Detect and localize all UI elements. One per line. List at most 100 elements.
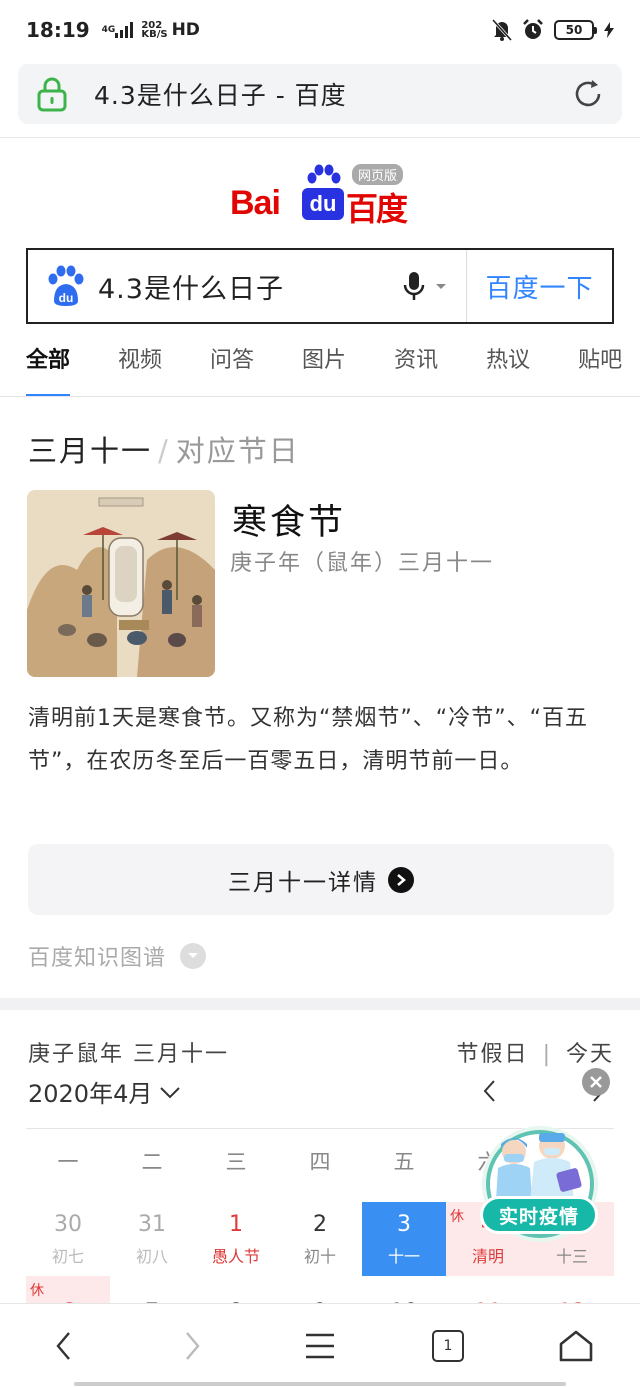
back-button[interactable] xyxy=(24,1311,104,1381)
day-cell[interactable]: 30 初七 xyxy=(26,1202,110,1276)
charging-icon xyxy=(604,22,614,38)
weekday-tue: 二 xyxy=(141,1150,163,1174)
bottom-navigation: 1 xyxy=(0,1303,640,1387)
logo-du: du xyxy=(302,188,344,220)
logo-bai: Bai xyxy=(230,184,281,222)
refresh-icon[interactable] xyxy=(572,78,604,110)
forward-button[interactable] xyxy=(152,1311,232,1381)
weekday-fri: 五 xyxy=(393,1150,415,1174)
tab-count: 1 xyxy=(432,1329,464,1362)
back-icon xyxy=(56,1331,70,1360)
epidemic-float-ad[interactable]: 实时疫情 xyxy=(474,1118,602,1250)
source-label: 百度知识图谱 xyxy=(28,946,167,971)
detail-button[interactable]: 三月十一详情 xyxy=(28,844,614,915)
prev-month-icon[interactable] xyxy=(480,1078,500,1104)
status-bar: 18:19 4G 202 KB/S HD 50 xyxy=(0,0,640,60)
arrow-right-icon xyxy=(388,866,414,893)
microphone-icon[interactable] xyxy=(402,270,426,302)
lock-icon xyxy=(37,77,67,112)
tab-images[interactable]: 图片 xyxy=(302,335,346,397)
result-title-main: 三月十一 xyxy=(28,434,153,468)
tab-all[interactable]: 全部 xyxy=(26,335,71,397)
detail-button-label: 三月十一详情 xyxy=(228,869,378,896)
calendar-links: 节假日 | 今天 xyxy=(457,1036,614,1068)
festival-image[interactable] xyxy=(27,490,215,677)
day-cell[interactable]: 31 初八 xyxy=(110,1202,194,1276)
result-title: 三月十一 / 对应节日 xyxy=(28,428,300,470)
baidu-logo[interactable]: Bai du 百度 网页版 xyxy=(228,162,418,228)
search-tabs: 全部 视频 问答 图片 资讯 热议 贴吧 xyxy=(0,335,640,397)
close-icon xyxy=(590,1076,602,1088)
url-divider xyxy=(0,137,640,138)
day-cell-selected[interactable]: 3 十一 xyxy=(362,1202,446,1276)
day-cell[interactable]: 1 愚人节 xyxy=(194,1202,278,1276)
forward-icon xyxy=(186,1331,200,1360)
festival-name[interactable]: 寒食节 xyxy=(232,494,346,545)
day-number: 31 xyxy=(138,1212,166,1237)
search-box: du 4.3是什么日子 百度一下 xyxy=(26,248,614,324)
tab-tieba[interactable]: 贴吧 xyxy=(578,335,622,397)
day-lunar: 初七 xyxy=(51,1247,84,1266)
signal-icon xyxy=(115,22,134,38)
hd-indicator: HD xyxy=(171,20,200,40)
result-title-slash: / xyxy=(158,434,170,468)
day-number: 3 xyxy=(397,1212,411,1237)
close-float-ad-button[interactable] xyxy=(582,1068,610,1096)
weekday-thu: 四 xyxy=(309,1150,331,1174)
month-selector[interactable]: 2020年4月 xyxy=(28,1074,182,1109)
tab-news[interactable]: 资讯 xyxy=(394,335,438,397)
weekday-wed: 三 xyxy=(225,1150,247,1174)
day-lunar: 初十 xyxy=(303,1247,336,1266)
day-cell[interactable]: 2 初十 xyxy=(278,1202,362,1276)
day-lunar: 愚人节 xyxy=(211,1247,260,1266)
url-bar[interactable]: 4.3是什么日子 - 百度 xyxy=(18,64,622,124)
page-title: 4.3是什么日子 - 百度 xyxy=(94,81,347,110)
day-number: 1 xyxy=(229,1212,243,1237)
svg-text:du: du xyxy=(59,291,74,305)
day-number: 30 xyxy=(54,1212,82,1237)
holiday-link[interactable]: 节假日 xyxy=(457,1042,529,1067)
day-lunar: 十一 xyxy=(387,1247,420,1266)
chevron-down-icon[interactable] xyxy=(180,943,207,969)
tab-discussion[interactable]: 热议 xyxy=(486,335,530,397)
tab-video[interactable]: 视频 xyxy=(118,335,162,397)
menu-button[interactable] xyxy=(280,1311,360,1381)
section-divider xyxy=(0,998,640,1010)
battery-level: 50 xyxy=(565,23,583,37)
tabs-divider xyxy=(0,396,640,397)
chevron-down-icon xyxy=(160,1086,181,1098)
day-lunar: 初八 xyxy=(135,1247,168,1266)
rest-tag: 休 xyxy=(30,1283,44,1299)
month-label: 2020年4月 xyxy=(28,1080,153,1108)
calendar-lunar-date: 庚子鼠年 三月十一 xyxy=(28,1042,229,1067)
network-indicator: 4G 202 KB/S xyxy=(101,21,168,40)
knowledge-graph-source[interactable]: 百度知识图谱 xyxy=(28,940,207,972)
home-icon xyxy=(559,1330,593,1361)
speed-unit: KB/S xyxy=(141,29,168,40)
status-icons: 50 xyxy=(492,19,614,41)
network-speed: 202 KB/S xyxy=(141,21,168,40)
epidemic-label: 实时疫情 xyxy=(480,1196,598,1234)
search-button[interactable]: 百度一下 xyxy=(466,250,612,322)
logo-badge: 网页版 xyxy=(352,164,404,185)
today-link[interactable]: 今天 xyxy=(566,1042,614,1067)
alarm-icon xyxy=(523,19,543,39)
tabs-button[interactable]: 1 xyxy=(408,1311,488,1381)
home-indicator xyxy=(74,1382,566,1386)
calendar-links-separator: | xyxy=(542,1042,552,1067)
tab-qa[interactable]: 问答 xyxy=(210,335,254,397)
mute-icon xyxy=(492,19,512,41)
weekday-mon: 一 xyxy=(57,1150,79,1174)
network-type: 4G xyxy=(101,24,116,35)
result-title-sub: 对应节日 xyxy=(175,434,300,468)
home-button[interactable] xyxy=(536,1311,616,1381)
festival-date: 庚子年（鼠年）三月十一 xyxy=(230,551,495,576)
status-time: 18:19 xyxy=(26,18,90,42)
caret-down-icon[interactable] xyxy=(434,281,448,291)
baidu-paw-icon: du xyxy=(48,265,84,306)
logo-cn: 百度 xyxy=(346,190,408,228)
festival-description: 清明前1天是寒食节。又称为“禁烟节”、“冷节”、“百五节”，在农历冬至后一百零五… xyxy=(28,706,588,774)
festival-painting xyxy=(27,490,215,677)
voice-search[interactable] xyxy=(402,270,448,302)
search-input[interactable]: 4.3是什么日子 xyxy=(98,267,284,306)
